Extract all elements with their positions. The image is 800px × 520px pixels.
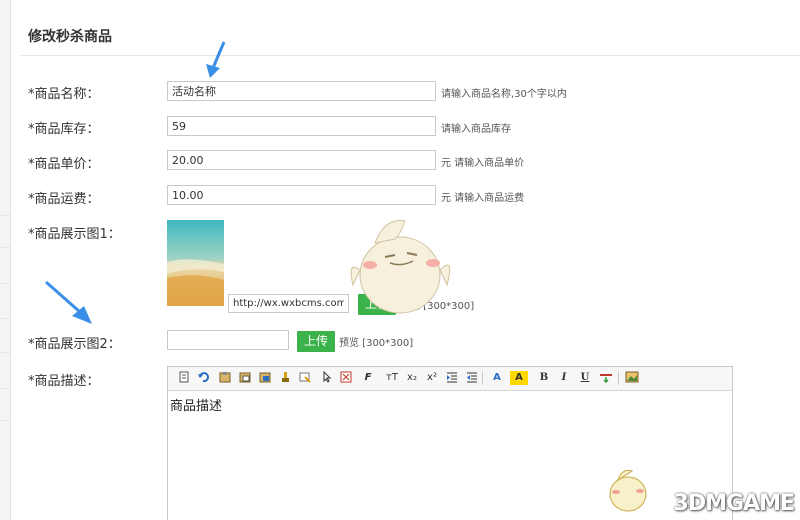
stock-input[interactable] bbox=[167, 116, 436, 136]
sidebar-divider bbox=[0, 247, 10, 248]
font-color-icon[interactable]: A bbox=[488, 371, 506, 385]
format-brush-icon[interactable] bbox=[277, 371, 293, 385]
name-hint: 请输入商品名称,30个字以内 bbox=[441, 89, 567, 100]
annotation-arrow-icon bbox=[206, 41, 226, 78]
outdent-icon[interactable] bbox=[464, 371, 480, 385]
image2-preview-link[interactable]: 预览 [300*300] bbox=[339, 334, 413, 349]
sidebar-divider bbox=[0, 420, 10, 421]
sidebar-divider bbox=[0, 352, 10, 353]
paste-word-icon[interactable] bbox=[257, 371, 273, 385]
editor-content[interactable]: 商品描述 bbox=[168, 391, 732, 418]
toolbar-separator bbox=[482, 371, 483, 385]
watermark-text: 3DMGAME bbox=[673, 491, 795, 516]
clear-format-icon[interactable] bbox=[297, 371, 313, 385]
italic-icon[interactable]: I bbox=[556, 371, 572, 385]
image2-upload-button[interactable]: 上传 bbox=[297, 331, 335, 352]
price-hint: 元 请输入商品单价 bbox=[441, 158, 525, 169]
horizontal-rule-icon[interactable] bbox=[598, 371, 614, 385]
image1-label: *商品展示图1： bbox=[28, 227, 121, 242]
left-sidebar-edge bbox=[0, 0, 11, 520]
fullscreen-icon[interactable] bbox=[338, 371, 354, 385]
shipping-input[interactable] bbox=[167, 185, 436, 205]
annotation-arrow-icon bbox=[45, 280, 92, 324]
source-icon[interactable] bbox=[176, 371, 192, 385]
image1-url-input[interactable] bbox=[228, 294, 349, 313]
price-input[interactable] bbox=[167, 150, 436, 170]
underline-icon[interactable]: U bbox=[577, 371, 593, 385]
sidebar-divider bbox=[0, 388, 10, 389]
stock-label: *商品库存： bbox=[28, 122, 100, 137]
shipping-label: *商品运费： bbox=[28, 192, 100, 207]
image1-thumbnail bbox=[167, 220, 224, 306]
subscript-icon[interactable]: x₂ bbox=[404, 371, 420, 385]
indent-icon[interactable] bbox=[444, 371, 460, 385]
sidebar-divider bbox=[0, 215, 10, 216]
sidebar-divider bbox=[0, 283, 10, 284]
shipping-hint: 元 请输入商品运费 bbox=[441, 193, 525, 204]
description-label: *商品描述： bbox=[28, 374, 100, 389]
font-size-icon[interactable]: тT bbox=[382, 371, 402, 385]
toolbar-separator bbox=[618, 371, 619, 385]
title-divider bbox=[20, 55, 800, 56]
paste-icon[interactable] bbox=[217, 371, 233, 385]
name-label: *商品名称： bbox=[28, 87, 100, 102]
name-input[interactable] bbox=[167, 81, 436, 101]
stock-hint: 请输入商品库存 bbox=[441, 124, 511, 135]
watermark-mascot-image bbox=[609, 469, 647, 512]
sidebar-divider bbox=[0, 318, 10, 319]
highlight-color-icon[interactable]: A bbox=[510, 371, 528, 385]
image2-url-input[interactable] bbox=[167, 330, 289, 350]
bold-icon[interactable]: B bbox=[536, 371, 552, 385]
superscript-icon[interactable]: x² bbox=[424, 371, 440, 385]
select-all-icon[interactable] bbox=[319, 370, 335, 385]
image2-label: *商品展示图2： bbox=[28, 337, 121, 352]
page-title: 修改秒杀商品 bbox=[28, 29, 112, 45]
price-label: *商品单价： bbox=[28, 157, 100, 172]
undo-icon[interactable] bbox=[195, 371, 211, 385]
mascot-image bbox=[350, 219, 451, 314]
editor-toolbar: F тT x₂ x² A A B I U bbox=[168, 367, 732, 391]
insert-image-icon[interactable] bbox=[624, 371, 640, 385]
paste-text-icon[interactable] bbox=[237, 371, 253, 385]
font-family-icon[interactable]: F bbox=[358, 371, 378, 385]
